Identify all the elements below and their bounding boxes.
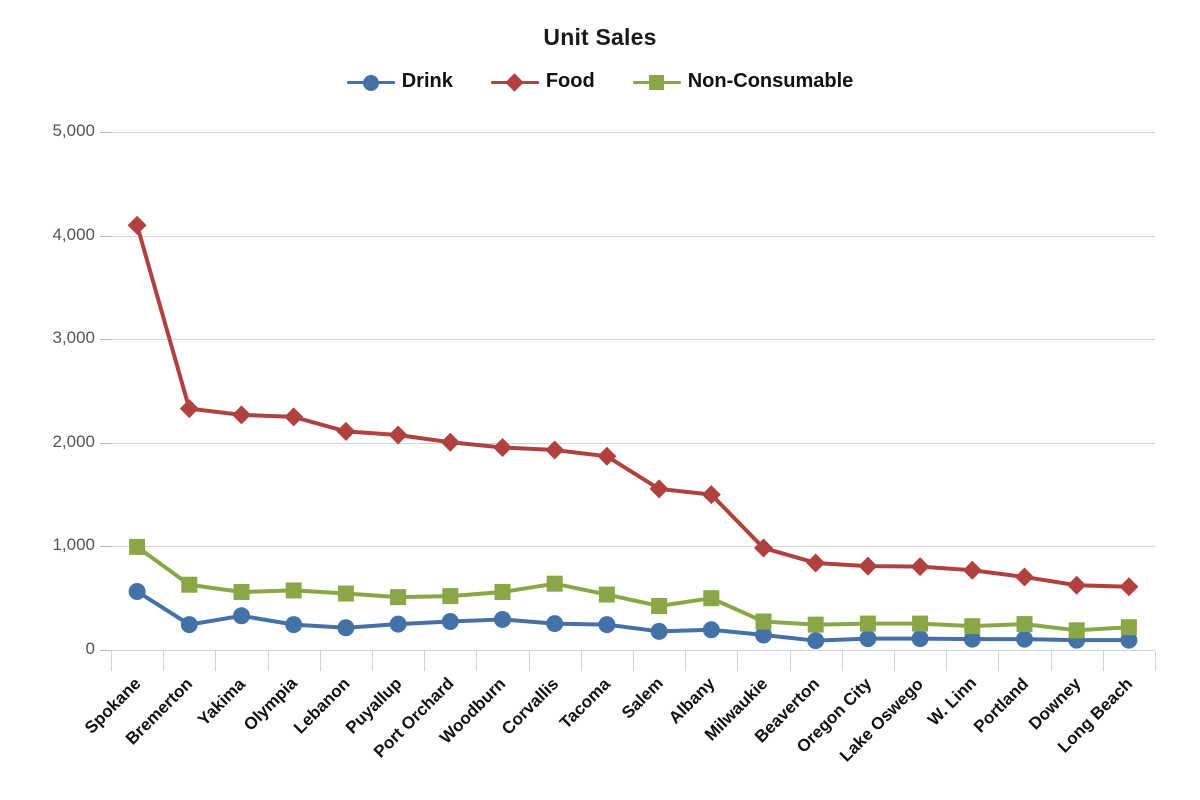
x-axis-label-portland: Portland bbox=[969, 674, 1032, 737]
x-axis-labels: Spokane Bremerton Yakima Olympia Lebanon Puya… bbox=[0, 0, 1200, 800]
x-axis-label-corvallis: Corvallis bbox=[497, 674, 562, 739]
x-axis-label-tacoma: Tacoma bbox=[556, 673, 615, 732]
chart-container: Unit Sales Drink Food Non-Consumable 0 1,00… bbox=[0, 0, 1200, 800]
x-axis-label-salem: Salem bbox=[617, 673, 667, 723]
x-axis-label-lebanon: Lebanon bbox=[289, 674, 354, 738]
